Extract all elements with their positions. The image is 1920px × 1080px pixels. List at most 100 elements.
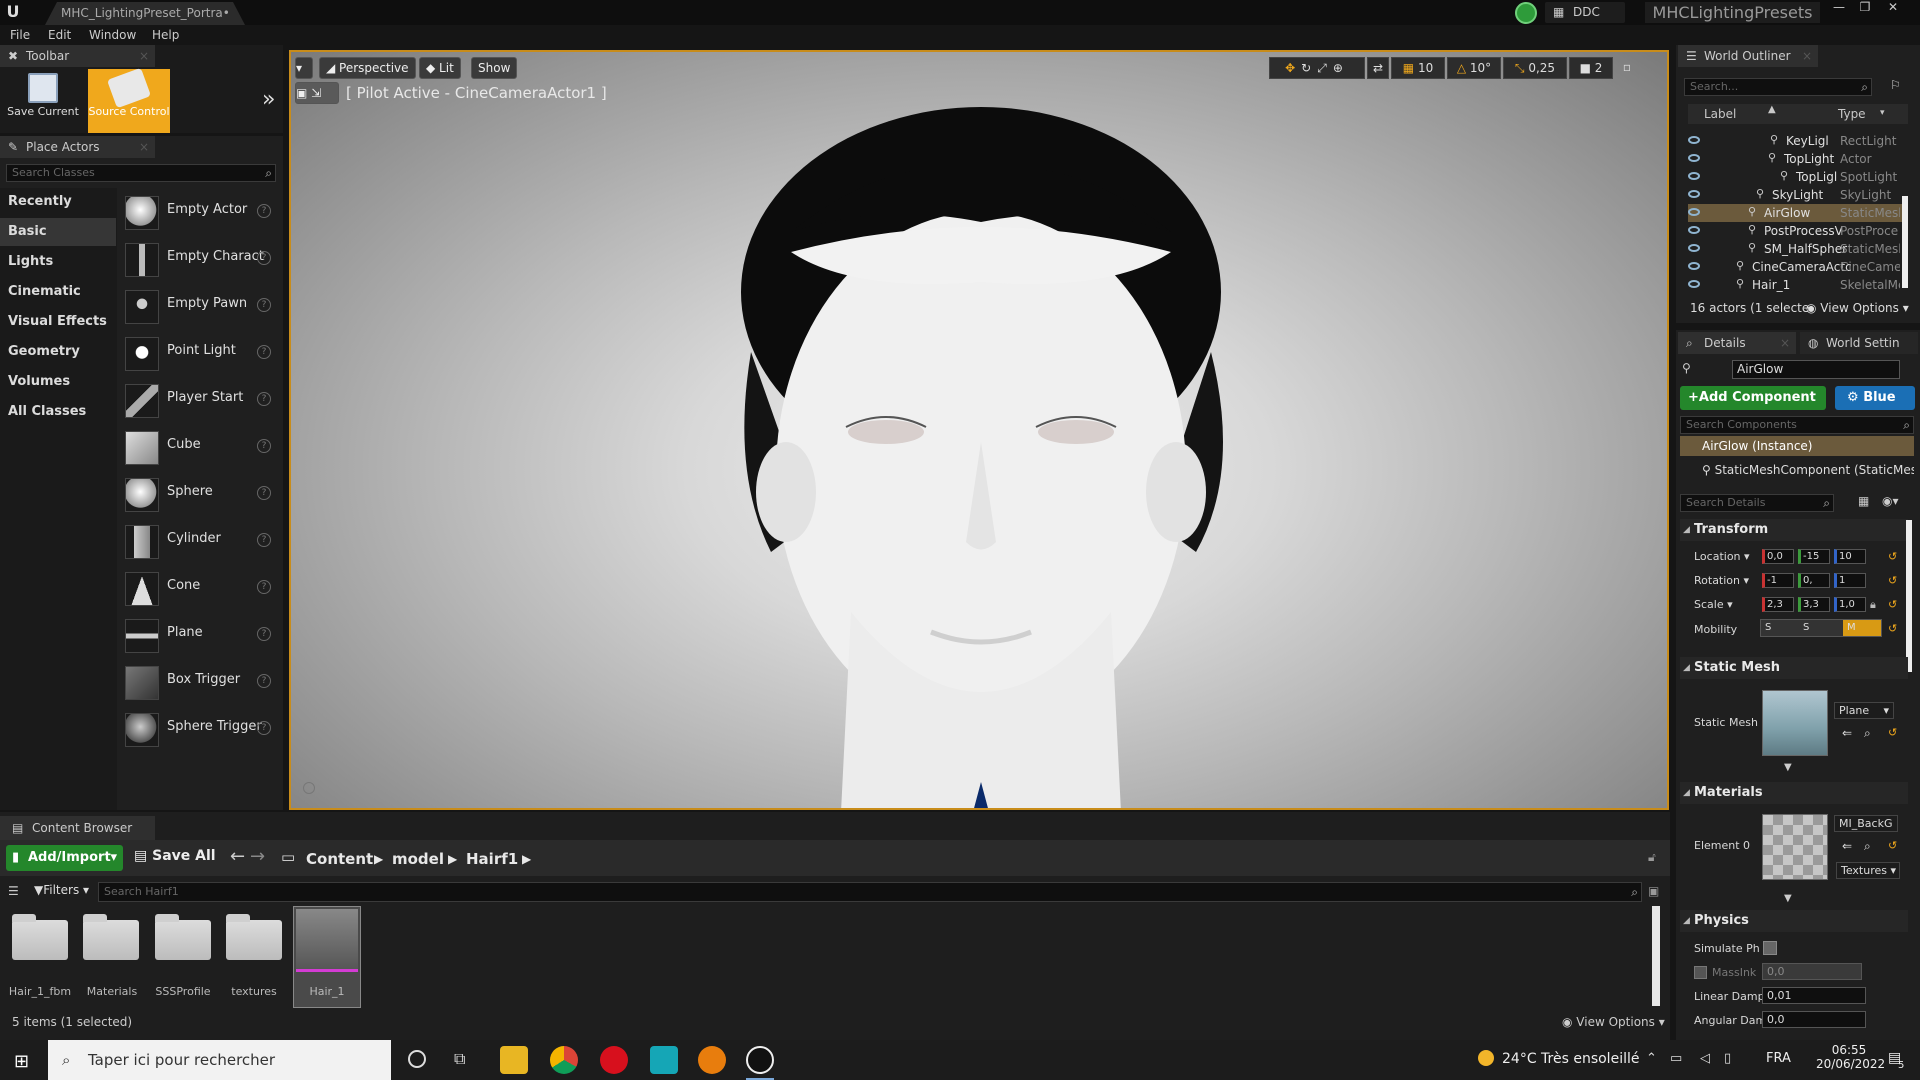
close-tab-icon[interactable]: × [139,45,149,67]
reset-icon[interactable]: ↺ [1888,622,1897,635]
file-explorer-icon[interactable] [500,1046,528,1074]
world-outliner-tab[interactable]: ☰ World Outliner × [1678,45,1818,67]
scale-x-input[interactable]: 2,3 [1762,597,1794,612]
material-dropdown[interactable]: MI_BackG [1834,815,1898,832]
linear-damping-input[interactable]: 0,01 [1762,987,1866,1004]
source-control-button[interactable]: Source Control [88,67,170,133]
browse-icon[interactable]: ⌕ [1864,839,1871,854]
transform-section[interactable]: ◢ Transform [1680,519,1908,541]
outliner-row[interactable]: ⚲ Hair_1 SkeletalMe [1688,276,1908,294]
expand-more-icon[interactable]: ▼ [1784,893,1792,904]
document-tab[interactable]: MHC_LightingPreset_Portra• [45,2,245,25]
browse-icon[interactable]: ⌕ [1864,726,1871,741]
outliner-row[interactable]: ⚲ TopLigl SpotLight [1688,168,1908,186]
unreal-logo-icon[interactable]: U [2,2,24,22]
actor-item[interactable]: Point Light? [122,331,280,375]
actor-item[interactable]: Sphere Trigger? [122,707,280,751]
actor-item[interactable]: Empty Actor? [122,190,280,234]
simulate-physics-checkbox[interactable] [1763,941,1777,955]
world-icon[interactable]: ⊕ [1333,61,1349,75]
maximize-viewport-icon[interactable]: ▫ [1617,57,1637,79]
battery-icon[interactable]: ▯ [1724,1051,1731,1066]
visibility-eye-icon[interactable] [1688,226,1700,234]
menu-window[interactable]: Window [89,28,136,42]
actor-item[interactable]: Cylinder? [122,519,280,563]
outliner-view-options-button[interactable]: ◉ View Options ▾ [1806,301,1909,315]
perspective-button[interactable]: ◢ Perspective [319,57,416,79]
search-assets-input[interactable]: Search Hairf1 ⌕ [98,882,1642,902]
outliner-row[interactable]: ⚲ CineCameraActc CineCame [1688,258,1908,276]
category-basic[interactable]: Basic [0,218,116,246]
visibility-eye-icon[interactable] [1688,262,1700,270]
outliner-row[interactable]: ⚲ PostProcessV PostProce [1688,222,1908,240]
lit-button[interactable]: ◆ Lit [419,57,461,79]
help-icon[interactable]: ? [257,251,271,265]
content-browser-tab[interactable]: ▤ Content Browser [0,816,155,840]
material-thumbnail[interactable] [1762,814,1828,880]
scale-snap-button[interactable]: ⤡ 0,25 [1503,57,1567,79]
property-matrix-icon[interactable]: ▦ [1858,494,1869,508]
label-column-header[interactable]: Label [1704,107,1736,121]
unreal-engine-icon[interactable] [746,1046,774,1074]
view-options-button[interactable]: ◉ View Options ▾ [1562,1015,1665,1029]
rotation-z-input[interactable]: 1 [1834,573,1866,588]
rotation-y-input[interactable]: 0, [1798,573,1830,588]
task-view-icon[interactable]: ⧉ [454,1049,465,1069]
opera-icon[interactable] [600,1046,628,1074]
folder-icon[interactable] [83,914,139,960]
network-icon[interactable]: ▭ [1670,1051,1682,1066]
reset-icon[interactable]: ↺ [1888,574,1897,587]
mobility-stationary[interactable]: S [1803,622,1809,633]
folder-icon[interactable] [155,914,211,960]
search-components-input[interactable]: Search Components ⌕ [1680,416,1914,434]
folder-icon[interactable] [226,914,282,960]
actor-item[interactable]: Cube? [122,425,280,469]
actor-item[interactable]: Empty Pawn? [122,284,280,328]
folder-icon[interactable] [12,914,68,960]
add-filter-icon[interactable]: ⚐ [1890,78,1901,92]
actor-item[interactable]: Player Start? [122,378,280,422]
mass-input[interactable]: 0,0 [1762,963,1862,980]
rotation-label[interactable]: Rotation ▾ [1694,574,1749,587]
scale-label[interactable]: Scale ▾ [1694,598,1733,611]
taskbar-search-input[interactable]: ⌕ Taper ici pour rechercher [48,1040,391,1080]
category-cinematic[interactable]: Cinematic [0,278,116,306]
place-actors-tab[interactable]: ✎ Place Actors × [0,136,155,158]
add-component-button[interactable]: +Add Component ▾ [1680,386,1826,429]
angular-damping-input[interactable]: 0,0 [1762,1011,1866,1028]
location-label[interactable]: Location ▾ [1694,550,1750,563]
source-control-status-icon[interactable] [1515,2,1537,24]
save-current-button[interactable]: Save Current [2,69,84,133]
transform-tools[interactable]: ✥↻⤢⊕ [1269,57,1365,79]
mass-override-checkbox[interactable] [1694,966,1707,979]
weather-icon[interactable] [1478,1050,1494,1066]
breadcrumb-hairf1[interactable]: Hairf1 [466,850,518,868]
actor-item[interactable]: Empty Charact? [122,237,280,281]
eye-icon[interactable]: ◉▾ [1882,494,1899,508]
visibility-eye-icon[interactable] [1688,136,1700,144]
help-icon[interactable]: ? [257,345,271,359]
visibility-eye-icon[interactable] [1688,154,1700,162]
lock-icon[interactable]: 🔓︎ [1648,850,1656,865]
outliner-row[interactable]: ⚲ SM_HalfSpher StaticMesl [1688,240,1908,258]
use-selected-icon[interactable]: ⇐ [1842,839,1852,853]
menu-help[interactable]: Help [152,28,179,42]
rotation-x-input[interactable]: -1 [1762,573,1794,588]
details-tab[interactable]: ⌕ Details × [1678,332,1796,354]
menu-edit[interactable]: Edit [48,28,71,42]
blender-icon[interactable] [698,1046,726,1074]
surface-snap-icon[interactable]: ⇄ [1367,57,1389,79]
breadcrumb-content[interactable]: Content [306,850,373,868]
tray-chevron-icon[interactable]: ⌃ [1646,1051,1657,1066]
visibility-eye-icon[interactable] [1688,244,1700,252]
static-mesh-dropdown[interactable]: Plane ▾ [1834,702,1894,719]
help-icon[interactable]: ? [257,392,271,406]
rotate-icon[interactable]: ↻ [1301,61,1317,75]
component-row[interactable]: ⚲ StaticMeshComponent (StaticMeshC [1680,463,1914,477]
language-indicator[interactable]: FRA [1766,1051,1791,1066]
forward-arrow-icon[interactable]: → [250,846,265,867]
menu-file[interactable]: File [10,28,30,42]
details-scrollbar[interactable] [1906,520,1912,672]
instance-row[interactable]: AirGlow (Instance) [1680,436,1914,456]
outliner-row[interactable]: ⚲ SkyLight SkyLight [1688,186,1908,204]
